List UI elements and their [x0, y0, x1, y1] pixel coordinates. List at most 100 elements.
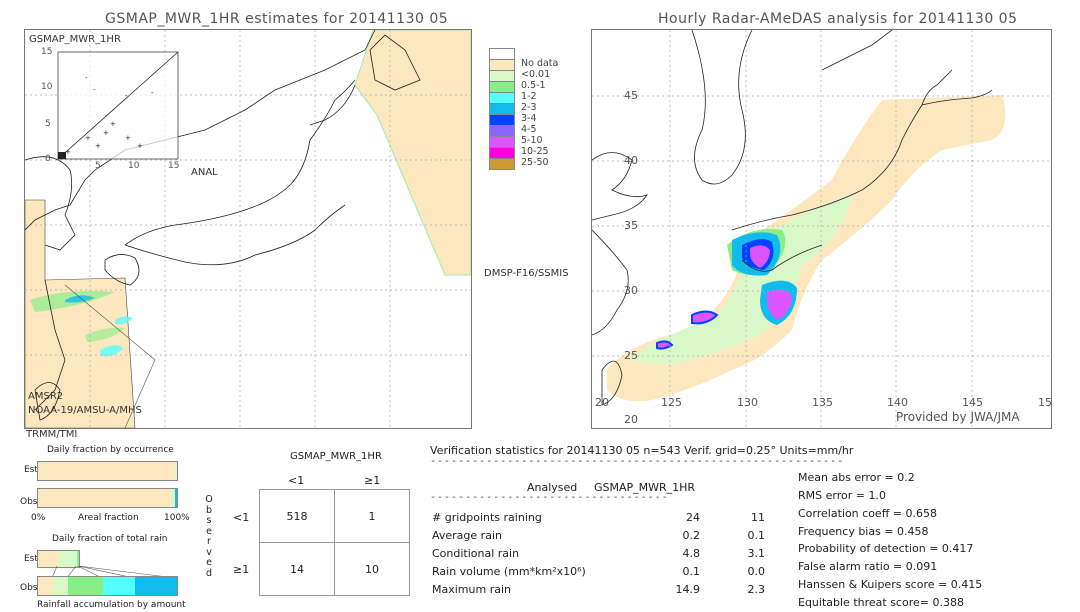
contingency-col-lt: <1 [288, 474, 305, 487]
stat-row-analysed: 0.2 [682, 529, 701, 542]
table-row: 518 1 [259, 489, 410, 543]
sat-label-dmsp: DMSP-F16/SSMIS [484, 268, 569, 279]
credit: Provided by JWA/JMA [896, 410, 1020, 424]
stat-row-gsmap: 11 [751, 511, 765, 524]
occurrence-est-bar [37, 461, 178, 481]
stat-row-analysed: 4.8 [682, 547, 701, 560]
right-map-canvas [592, 30, 1051, 428]
header-divider: ----------------------------------------… [430, 456, 845, 467]
lat-label-35: 35 [624, 219, 638, 232]
stat-row-analysed: 24 [686, 511, 700, 524]
contingency-cell-false-alarm: 1 [334, 489, 410, 543]
lon-label-150: 15 [1038, 396, 1052, 409]
total-rain-est-moderate [77, 551, 79, 567]
total-rain-obs-bar [37, 576, 178, 596]
inset-scatter: ++ ++ ++ +- -- -- [57, 51, 179, 160]
inset-ytick-15: 15 [41, 47, 53, 57]
total-rain-obs-moderate [68, 577, 103, 595]
lon-label-145: 145 [962, 396, 983, 409]
contingency-cell-miss: 14 [259, 542, 335, 596]
total-rain-est-label: Est [24, 554, 38, 564]
total-rain-title: Daily fraction of total rain [52, 534, 168, 544]
occurrence-obs-heavy [175, 489, 177, 507]
stat-row-analysed: 0.1 [682, 565, 701, 578]
inset-title: GSMAP_MWR_1HR [29, 34, 121, 45]
occurrence-title: Daily fraction by occurrence [47, 445, 174, 455]
lat-label-30: 30 [624, 284, 638, 297]
contingency-table: 518 1 14 10 [259, 489, 410, 596]
sat-label-noaa: NOAA-19/AMSU-A/MHS [28, 405, 142, 416]
legend-item: 25-50 [489, 157, 559, 171]
contingency-col-ge: ≥1 [364, 474, 381, 487]
svg-text:+: + [125, 134, 131, 142]
score-pod: Probability of detection = 0.417 [798, 542, 974, 555]
contingency-cell-hit-neg: 518 [259, 489, 335, 543]
contingency-title: GSMAP_MWR_1HR [290, 451, 382, 462]
lon-label-125: 125 [661, 396, 682, 409]
left-map-title: GSMAP_MWR_1HR estimates for 20141130 05 [105, 11, 449, 27]
occurrence-xmin: 0% [31, 513, 46, 523]
total-rain-est-light [58, 551, 77, 567]
score-rmse: RMS error = 1.0 [798, 489, 886, 502]
contingency-row-ge: ≥1 [233, 563, 250, 576]
score-mae: Mean abs error = 0.2 [798, 471, 915, 484]
score-ets: Equitable threat score= 0.388 [798, 596, 964, 609]
stat-row-label: # gridpoints raining [432, 511, 542, 524]
lon-label-135: 135 [812, 396, 833, 409]
lat-label-40: 40 [624, 154, 638, 167]
stat-row-label: Conditional rain [432, 547, 520, 560]
stat-row-gsmap: 0.1 [747, 529, 766, 542]
color-legend: No data <0.01 0.5-1 1-2 2-3 3-4 4-5 5-10… [489, 48, 559, 193]
total-rain-obs-nodata [38, 577, 53, 595]
occurrence-est-label: Est [24, 465, 38, 475]
occurrence-est-rain [175, 462, 177, 480]
inset-xlabel: ANAL [191, 167, 218, 178]
stat-row-label: Maximum rain [432, 583, 511, 596]
right-map-title: Hourly Radar-AMeDAS analysis for 2014113… [658, 11, 1018, 27]
svg-text:+: + [85, 134, 91, 142]
lat-label-20: 20 [624, 413, 638, 426]
contingency-observed-label: O b s e r v e d [205, 494, 213, 579]
table-row: 14 10 [259, 542, 410, 596]
stat-row-gsmap: 0.0 [747, 565, 766, 578]
stat-row-gsmap: 2.3 [747, 583, 766, 596]
score-frequency-bias: Frequency bias = 0.458 [798, 525, 929, 538]
lat-label-25: 25 [624, 349, 638, 362]
score-far: False alarm ratio = 0.091 [798, 560, 938, 573]
occurrence-xmax: 100% [164, 513, 190, 523]
svg-text:+: + [95, 142, 101, 150]
total-rain-obs-2-3 [135, 577, 177, 595]
occurrence-obs-label: Obs [20, 497, 38, 507]
score-hk: Hanssen & Kuipers score = 0.415 [798, 578, 983, 591]
left-map-canvas: ++ ++ ++ +- -- -- [25, 30, 471, 428]
occurrence-xlabel: Areal fraction [78, 513, 139, 523]
left-map: + + + + + + + - -- -- GSMAP_MWR_1HR 15 10 5 … [24, 29, 472, 429]
contingency-row-lt: <1 [233, 511, 250, 524]
lat-label-45: 45 [624, 89, 638, 102]
total-rain-obs-1-2 [103, 577, 135, 595]
sat-label-amsr2: AMSR2 [28, 391, 64, 402]
svg-text:+: + [137, 142, 143, 150]
columns-divider: -------------------------------------- [430, 492, 668, 503]
inset-xtick-15: 15 [168, 161, 180, 171]
lon-label-140: 140 [887, 396, 908, 409]
sat-label-trmm: TRMM/TMI [26, 429, 78, 440]
inset-ytick-5: 5 [45, 119, 51, 129]
inset-xtick-5: 5 [95, 161, 101, 171]
total-rain-obs-label: Obs [20, 583, 38, 593]
stat-row-label: Average rain [432, 529, 502, 542]
legend-swatch [489, 158, 515, 170]
stat-row-gsmap: 3.1 [747, 547, 766, 560]
svg-text:+: + [103, 129, 109, 137]
inset-xtick-10: 10 [128, 161, 140, 171]
contingency-cell-hit: 10 [334, 542, 410, 596]
inset-ytick-10: 10 [41, 82, 53, 92]
total-rain-xlabel: Rainfall accumulation by amount [37, 600, 186, 610]
total-rain-obs-light [53, 577, 68, 595]
score-correlation: Correlation coeff = 0.658 [798, 507, 937, 520]
lon-label-130: 130 [737, 396, 758, 409]
right-map: 45 40 35 30 25 20 20 125 130 135 140 145… [591, 29, 1052, 429]
svg-text:+: + [110, 120, 116, 128]
stat-row-analysed: 14.9 [675, 583, 701, 596]
stat-row-label: Rain volume (mm*km²x10⁶) [432, 565, 586, 578]
